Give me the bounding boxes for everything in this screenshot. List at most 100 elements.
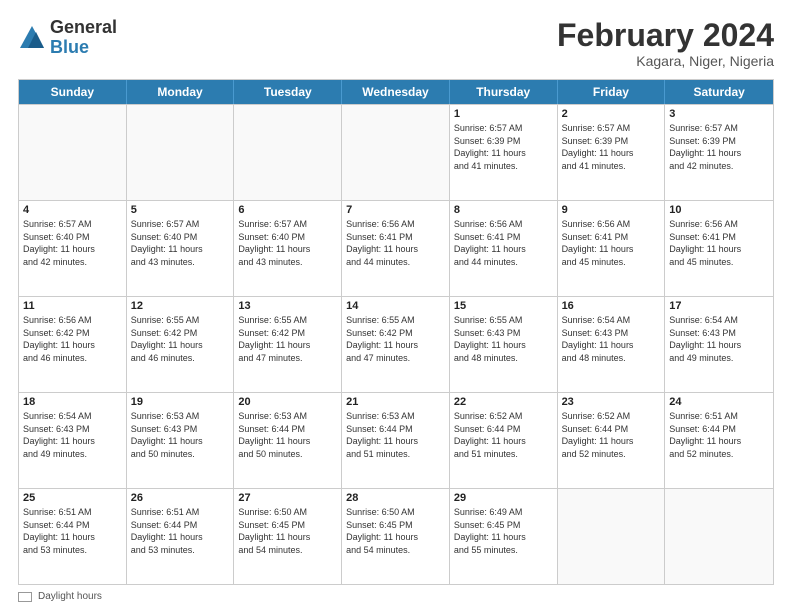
logo: General Blue: [18, 18, 117, 58]
calendar-cell: 8Sunrise: 6:56 AM Sunset: 6:41 PM Daylig…: [450, 201, 558, 296]
calendar-cell: 11 Sunrise: 6:56 AM Sunset: 6:42 PM Dayli…: [19, 297, 127, 392]
calendar-cell: 24 Sunrise: 6:51 AM Sunset: 6:44 PM Dayli…: [665, 393, 773, 488]
calendar-header: SundayMondayTuesdayWednesdayThursdayFrid…: [19, 80, 773, 104]
calendar-cell: [127, 105, 235, 200]
day-info: Sunrise: 6:51 AM Sunset: 6:44 PM Dayligh…: [23, 506, 122, 556]
daylight-label: Daylight hours: [38, 591, 102, 602]
day-number: 12: [131, 300, 230, 312]
day-info: Sunrise: 6:57 AM Sunset: 6:39 PM Dayligh…: [669, 122, 769, 172]
month-title: February 2024: [557, 18, 774, 53]
calendar-cell: 14Sunrise: 6:55 AM Sunset: 6:42 PM Dayli…: [342, 297, 450, 392]
day-number: 21: [346, 396, 445, 408]
day-info: Sunrise: 6:50 AM Sunset: 6:45 PM Dayligh…: [238, 506, 337, 556]
title-block: February 2024 Kagara, Niger, Nigeria: [557, 18, 774, 69]
calendar-cell: 26Sunrise: 6:51 AM Sunset: 6:44 PM Dayli…: [127, 489, 235, 584]
calendar-cell: 25 Sunrise: 6:51 AM Sunset: 6:44 PM Dayli…: [19, 489, 127, 584]
day-number: 22: [454, 396, 553, 408]
calendar-cell: 6 Sunrise: 6:57 AM Sunset: 6:40 PM Daylig…: [234, 201, 342, 296]
calendar-cell: 12 Sunrise: 6:55 AM Sunset: 6:42 PM Dayli…: [127, 297, 235, 392]
calendar: SundayMondayTuesdayWednesdayThursdayFrid…: [18, 79, 774, 585]
day-number: 29: [454, 492, 553, 504]
calendar-cell: [558, 489, 666, 584]
header: General Blue February 2024 Kagara, Niger…: [18, 18, 774, 69]
day-number: 19: [131, 396, 230, 408]
daylight-box: [18, 592, 32, 602]
day-info: Sunrise: 6:54 AM Sunset: 6:43 PM Dayligh…: [23, 410, 122, 460]
logo-general: General: [50, 18, 117, 38]
day-info: Sunrise: 6:53 AM Sunset: 6:43 PM Dayligh…: [131, 410, 230, 460]
weekday-header: Friday: [558, 80, 666, 104]
calendar-cell: 19 Sunrise: 6:53 AM Sunset: 6:43 PM Dayli…: [127, 393, 235, 488]
calendar-cell: 28 Sunrise: 6:50 AM Sunset: 6:45 PM Dayli…: [342, 489, 450, 584]
day-info: Sunrise: 6:55 AM Sunset: 6:43 PM Dayligh…: [454, 314, 553, 364]
day-info: Sunrise: 6:57 AM Sunset: 6:40 PM Dayligh…: [131, 218, 230, 268]
day-info: Sunrise: 6:56 AM Sunset: 6:41 PM Dayligh…: [454, 218, 553, 268]
calendar-cell: 2Sunrise: 6:57 AM Sunset: 6:39 PM Daylig…: [558, 105, 666, 200]
day-number: 10: [669, 204, 769, 216]
day-info: Sunrise: 6:56 AM Sunset: 6:41 PM Dayligh…: [562, 218, 661, 268]
calendar-cell: 29 Sunrise: 6:49 AM Sunset: 6:45 PM Dayli…: [450, 489, 558, 584]
calendar-cell: 17 Sunrise: 6:54 AM Sunset: 6:43 PM Dayli…: [665, 297, 773, 392]
day-number: 6: [238, 204, 337, 216]
day-number: 28: [346, 492, 445, 504]
calendar-cell: 4Sunrise: 6:57 AM Sunset: 6:40 PM Daylig…: [19, 201, 127, 296]
calendar-week-row: 11 Sunrise: 6:56 AM Sunset: 6:42 PM Dayli…: [19, 296, 773, 392]
weekday-header: Monday: [127, 80, 235, 104]
day-info: Sunrise: 6:55 AM Sunset: 6:42 PM Dayligh…: [238, 314, 337, 364]
day-number: 2: [562, 108, 661, 120]
day-info: Sunrise: 6:51 AM Sunset: 6:44 PM Dayligh…: [669, 410, 769, 460]
day-info: Sunrise: 6:53 AM Sunset: 6:44 PM Dayligh…: [238, 410, 337, 460]
location: Kagara, Niger, Nigeria: [557, 53, 774, 69]
calendar-cell: 20 Sunrise: 6:53 AM Sunset: 6:44 PM Dayli…: [234, 393, 342, 488]
day-number: 27: [238, 492, 337, 504]
calendar-cell: [342, 105, 450, 200]
calendar-cell: 27 Sunrise: 6:50 AM Sunset: 6:45 PM Dayli…: [234, 489, 342, 584]
page: General Blue February 2024 Kagara, Niger…: [0, 0, 792, 612]
logo-icon: [18, 24, 46, 52]
calendar-cell: 16Sunrise: 6:54 AM Sunset: 6:43 PM Dayli…: [558, 297, 666, 392]
day-number: 11: [23, 300, 122, 312]
day-info: Sunrise: 6:56 AM Sunset: 6:42 PM Dayligh…: [23, 314, 122, 364]
day-number: 26: [131, 492, 230, 504]
weekday-header: Sunday: [19, 80, 127, 104]
day-number: 25: [23, 492, 122, 504]
day-info: Sunrise: 6:49 AM Sunset: 6:45 PM Dayligh…: [454, 506, 553, 556]
calendar-cell: 10 Sunrise: 6:56 AM Sunset: 6:41 PM Dayli…: [665, 201, 773, 296]
calendar-cell: [19, 105, 127, 200]
calendar-body: 1Sunrise: 6:57 AM Sunset: 6:39 PM Daylig…: [19, 104, 773, 584]
day-number: 23: [562, 396, 661, 408]
calendar-cell: [665, 489, 773, 584]
footer: Daylight hours: [18, 591, 774, 602]
day-info: Sunrise: 6:52 AM Sunset: 6:44 PM Dayligh…: [454, 410, 553, 460]
day-number: 3: [669, 108, 769, 120]
calendar-cell: 22 Sunrise: 6:52 AM Sunset: 6:44 PM Dayli…: [450, 393, 558, 488]
logo-text: General Blue: [50, 18, 117, 58]
day-info: Sunrise: 6:54 AM Sunset: 6:43 PM Dayligh…: [669, 314, 769, 364]
day-number: 15: [454, 300, 553, 312]
day-info: Sunrise: 6:57 AM Sunset: 6:39 PM Dayligh…: [454, 122, 553, 172]
calendar-cell: 21 Sunrise: 6:53 AM Sunset: 6:44 PM Dayli…: [342, 393, 450, 488]
day-number: 14: [346, 300, 445, 312]
day-info: Sunrise: 6:54 AM Sunset: 6:43 PM Dayligh…: [562, 314, 661, 364]
day-number: 5: [131, 204, 230, 216]
calendar-cell: 5 Sunrise: 6:57 AM Sunset: 6:40 PM Daylig…: [127, 201, 235, 296]
logo-blue: Blue: [50, 38, 117, 58]
day-info: Sunrise: 6:53 AM Sunset: 6:44 PM Dayligh…: [346, 410, 445, 460]
day-number: 9: [562, 204, 661, 216]
calendar-week-row: 25 Sunrise: 6:51 AM Sunset: 6:44 PM Dayli…: [19, 488, 773, 584]
calendar-cell: 1Sunrise: 6:57 AM Sunset: 6:39 PM Daylig…: [450, 105, 558, 200]
calendar-cell: 13Sunrise: 6:55 AM Sunset: 6:42 PM Dayli…: [234, 297, 342, 392]
calendar-cell: 7Sunrise: 6:56 AM Sunset: 6:41 PM Daylig…: [342, 201, 450, 296]
calendar-cell: 15 Sunrise: 6:55 AM Sunset: 6:43 PM Dayli…: [450, 297, 558, 392]
day-info: Sunrise: 6:50 AM Sunset: 6:45 PM Dayligh…: [346, 506, 445, 556]
weekday-header: Saturday: [665, 80, 773, 104]
day-info: Sunrise: 6:56 AM Sunset: 6:41 PM Dayligh…: [346, 218, 445, 268]
day-number: 17: [669, 300, 769, 312]
day-info: Sunrise: 6:55 AM Sunset: 6:42 PM Dayligh…: [131, 314, 230, 364]
day-info: Sunrise: 6:57 AM Sunset: 6:40 PM Dayligh…: [238, 218, 337, 268]
day-info: Sunrise: 6:56 AM Sunset: 6:41 PM Dayligh…: [669, 218, 769, 268]
weekday-header: Tuesday: [234, 80, 342, 104]
calendar-cell: 3 Sunrise: 6:57 AM Sunset: 6:39 PM Daylig…: [665, 105, 773, 200]
day-number: 20: [238, 396, 337, 408]
day-number: 24: [669, 396, 769, 408]
